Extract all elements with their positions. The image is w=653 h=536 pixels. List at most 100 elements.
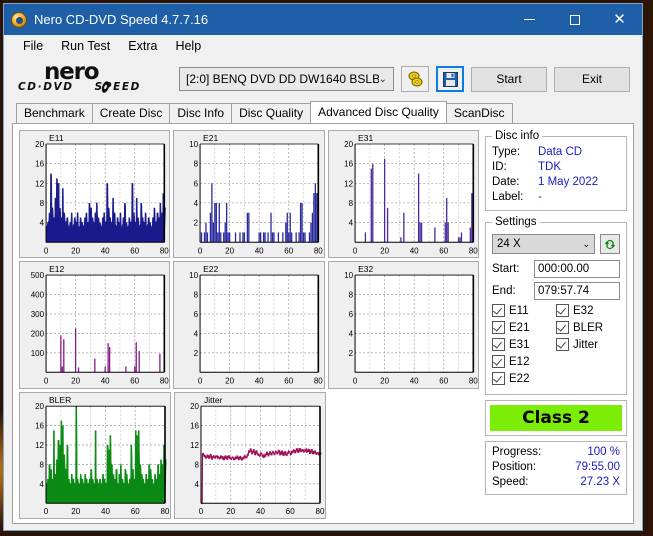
logo-cd-dvd-text: CD·DVD bbox=[18, 81, 74, 93]
window-title: Nero CD-DVD Speed 4.7.7.16 bbox=[34, 12, 209, 27]
end-input[interactable]: 079:57.74 bbox=[534, 282, 620, 300]
disc-info-date-value: 1 May 2022 bbox=[538, 176, 599, 188]
checkbox-jitter[interactable]: Jitter bbox=[556, 338, 620, 351]
svg-text:40: 40 bbox=[101, 507, 110, 516]
svg-text:40: 40 bbox=[101, 246, 110, 255]
svg-text:20: 20 bbox=[344, 140, 353, 149]
svg-text:12: 12 bbox=[35, 441, 44, 450]
right-panel: Disc info Type: Data CD ID: TDK Date: 1 … bbox=[483, 124, 633, 523]
save-floppy-icon bbox=[442, 71, 458, 87]
svg-text:8: 8 bbox=[40, 199, 45, 208]
svg-text:E22: E22 bbox=[203, 264, 218, 274]
charts-row-3-spacer bbox=[329, 392, 479, 519]
menu-item-run-test[interactable]: Run Test bbox=[52, 37, 119, 55]
start-input[interactable]: 000:00.00 bbox=[534, 260, 620, 278]
chart-e21: 2 4 6 8 10 0 20 40 60 80 E21 bbox=[173, 130, 325, 259]
window-controls: ✕ bbox=[507, 4, 642, 35]
checkbox-e32[interactable]: E32 bbox=[556, 304, 620, 317]
checkbox-e22[interactable]: E22 bbox=[492, 372, 556, 385]
progress-label: Progress: bbox=[492, 446, 542, 458]
refresh-speed-button[interactable] bbox=[600, 234, 620, 254]
tab-create-disc[interactable]: Create Disc bbox=[91, 103, 171, 123]
start-button[interactable]: Start bbox=[471, 66, 547, 92]
minimize-button[interactable] bbox=[507, 4, 552, 35]
end-row: End: 079:57.74 bbox=[492, 282, 620, 300]
speed-value: 27.23 X bbox=[580, 476, 620, 488]
svg-text:20: 20 bbox=[380, 246, 389, 255]
svg-text:20: 20 bbox=[380, 377, 389, 386]
maximize-button[interactable] bbox=[552, 4, 597, 35]
svg-text:4: 4 bbox=[40, 479, 45, 488]
chart-jitter: 4 8 12 16 20 0 20 40 60 80 Jitter bbox=[174, 391, 326, 520]
nero-disc-icon bbox=[11, 11, 27, 28]
checkbox-e12[interactable]: E12 bbox=[492, 355, 556, 368]
logo-slash-disc-icon bbox=[101, 81, 110, 93]
tab-disc-info[interactable]: Disc Info bbox=[169, 103, 233, 123]
save-button[interactable] bbox=[436, 66, 464, 92]
disc-info-label-label: Label: bbox=[492, 191, 524, 203]
svg-text:60: 60 bbox=[439, 377, 448, 386]
svg-text:0: 0 bbox=[198, 246, 203, 255]
svg-text:60: 60 bbox=[286, 507, 295, 516]
chart-bler: 4 8 12 16 20 0 20 40 60 80 BLER bbox=[19, 391, 171, 520]
checkbox-e11[interactable]: E11 bbox=[492, 304, 556, 317]
chart-svg-e31: 4 8 12 16 20 0 20 40 60 80 E31 bbox=[344, 133, 478, 255]
disc-info-row-type: Type: Data CD bbox=[492, 145, 620, 160]
svg-text:10: 10 bbox=[189, 140, 198, 149]
exit-button[interactable]: Exit bbox=[554, 66, 630, 92]
tab-disc-quality[interactable]: Disc Quality bbox=[231, 103, 312, 123]
speed-select[interactable]: 24 X ⌄ bbox=[492, 234, 595, 254]
svg-text:20: 20 bbox=[190, 402, 199, 411]
tab-advanced-disc-quality[interactable]: Advanced Disc Quality bbox=[310, 101, 447, 123]
menu-item-extra[interactable]: Extra bbox=[119, 37, 166, 55]
close-button[interactable]: ✕ bbox=[597, 4, 642, 35]
svg-text:8: 8 bbox=[348, 199, 353, 208]
minimize-icon bbox=[524, 19, 535, 20]
quality-class-badge: Class 2 bbox=[490, 405, 622, 431]
drive-select[interactable]: [2:0] BENQ DVD DD DW1640 BSLB ⌄ bbox=[179, 67, 394, 91]
svg-text:0: 0 bbox=[352, 377, 357, 386]
svg-text:40: 40 bbox=[101, 377, 110, 386]
svg-text:60: 60 bbox=[285, 377, 294, 386]
tab-benchmark[interactable]: Benchmark bbox=[16, 103, 93, 123]
eject-disc-button[interactable] bbox=[401, 66, 429, 92]
refresh-speed-icon bbox=[604, 239, 615, 249]
checkbox-e21[interactable]: E21 bbox=[492, 321, 556, 334]
settings-legend: Settings bbox=[495, 216, 537, 228]
checkbox-bler[interactable]: BLER bbox=[556, 321, 620, 334]
drive-select-value: [2:0] BENQ DVD DD DW1640 BSLB bbox=[186, 72, 379, 86]
svg-text:500: 500 bbox=[31, 271, 45, 280]
checkbox-bler-label: BLER bbox=[573, 321, 604, 334]
svg-text:200: 200 bbox=[31, 330, 45, 339]
position-value: 79:55.00 bbox=[575, 461, 620, 473]
tab-strip: Benchmark Create Disc Disc Info Disc Qua… bbox=[4, 101, 642, 123]
svg-text:16: 16 bbox=[190, 421, 199, 430]
svg-text:20: 20 bbox=[35, 402, 44, 411]
charts-row-2: 100 200 300 400 500 0 20 40 60 80 E12 2 4 6 8 10 0 20 40 6… bbox=[19, 261, 479, 389]
svg-text:12: 12 bbox=[190, 441, 199, 450]
svg-text:12: 12 bbox=[35, 179, 44, 188]
tab-scandisc[interactable]: ScanDisc bbox=[445, 103, 513, 123]
speed-row: 24 X ⌄ bbox=[492, 234, 620, 254]
disc-info-type-label: Type: bbox=[492, 146, 521, 158]
svg-text:E12: E12 bbox=[49, 264, 64, 274]
maximize-icon bbox=[569, 14, 580, 25]
svg-text:80: 80 bbox=[160, 246, 169, 255]
menu-item-help[interactable]: Help bbox=[166, 37, 210, 55]
charts-row-3: 4 8 12 16 20 0 20 40 60 80 BLER 4 8 12 16 20 0 20 40 60 80 J… bbox=[19, 391, 479, 520]
svg-text:12: 12 bbox=[344, 179, 353, 188]
svg-text:16: 16 bbox=[35, 160, 44, 169]
svg-text:400: 400 bbox=[31, 291, 45, 300]
svg-text:10: 10 bbox=[189, 271, 198, 280]
svg-text:8: 8 bbox=[194, 160, 199, 169]
svg-text:100: 100 bbox=[31, 349, 45, 358]
svg-text:E21: E21 bbox=[203, 133, 218, 143]
checkbox-e32-label: E32 bbox=[573, 304, 594, 317]
menu-item-file[interactable]: File bbox=[14, 37, 52, 55]
disc-info-id-value: TDK bbox=[538, 161, 561, 173]
svg-text:80: 80 bbox=[314, 377, 323, 386]
checkbox-e31[interactable]: E31 bbox=[492, 338, 556, 351]
svg-text:8: 8 bbox=[348, 291, 353, 300]
svg-text:4: 4 bbox=[348, 330, 353, 339]
svg-text:40: 40 bbox=[255, 246, 264, 255]
